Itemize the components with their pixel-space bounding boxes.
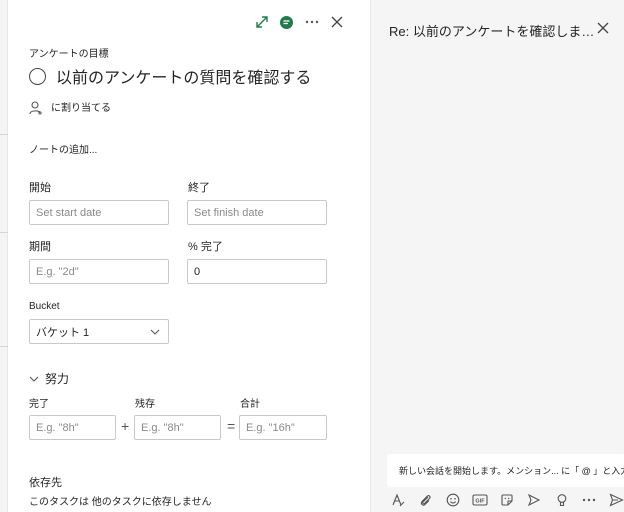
task-details-pane: アンケートの目標 以前のアンケートの質問を確認する に割り当てる ノートの追加.…: [0, 0, 370, 512]
left-edge-strip: [0, 0, 8, 512]
effort-total-label: 合計: [240, 399, 260, 410]
assign-button[interactable]: に割り当てる: [29, 100, 111, 116]
close-icon: [331, 16, 342, 28]
start-date-input[interactable]: Set start date: [29, 200, 169, 225]
complete-task-checkbox[interactable]: [29, 67, 46, 85]
gif-icon: GIF: [472, 494, 488, 506]
expand-button[interactable]: [249, 12, 274, 32]
effort-section-label: 努力: [45, 372, 70, 386]
conversation-pane: Re: 以前のアンケートを確認します。... 新しい会話を開始します。メンション…: [370, 0, 624, 512]
bucket-select[interactable]: バケット 1: [29, 319, 169, 344]
task-top-actions: [249, 12, 349, 32]
praise-icon: [557, 494, 566, 507]
attach-button[interactable]: [416, 491, 434, 509]
chat-button[interactable]: [274, 12, 299, 32]
more-icon: [582, 498, 595, 502]
chevron-down-icon: [29, 376, 39, 382]
effort-total-input[interactable]: E.g. "16h": [239, 415, 327, 440]
more-options-button[interactable]: [299, 12, 324, 32]
duration-label: 期間: [29, 241, 51, 253]
start-date-label: 開始: [29, 182, 51, 194]
chevron-down-icon: [150, 329, 160, 335]
notes-field[interactable]: ノートの追加...: [29, 141, 97, 156]
finish-date-input[interactable]: Set finish date: [187, 200, 327, 225]
emoji-button[interactable]: [444, 491, 462, 509]
dependencies-label: 依存先: [29, 477, 62, 489]
meet-button[interactable]: [525, 491, 543, 509]
edge-divider: [0, 134, 8, 135]
effort-remaining-label: 残存: [135, 399, 155, 410]
emoji-icon: [446, 493, 459, 507]
chat-icon: [280, 15, 293, 29]
task-title[interactable]: 以前のアンケートの質問を確認する: [56, 64, 311, 88]
task-title-row: 以前のアンケートの質問を確認する: [29, 64, 311, 88]
compose-message-input[interactable]: 新しい会話を開始します。メンション... に「 @ 」と入力します。: [387, 454, 624, 487]
plus-operator: +: [121, 418, 130, 434]
bucket-value: バケット 1: [36, 326, 90, 339]
percent-complete-label: % 完了: [188, 241, 223, 253]
add-person-icon: [29, 101, 42, 115]
gif-button[interactable]: GIF: [471, 491, 489, 509]
edge-divider: [0, 232, 8, 233]
equals-operator: =: [227, 418, 236, 434]
close-button[interactable]: [324, 12, 349, 32]
format-button[interactable]: [389, 491, 407, 509]
sticker-button[interactable]: [498, 491, 516, 509]
format-icon: [392, 493, 405, 507]
finish-date-label: 終了: [188, 182, 210, 194]
more-options-button[interactable]: [580, 491, 598, 509]
expand-icon: [255, 16, 268, 28]
effort-completed-input[interactable]: E.g. "8h": [29, 415, 116, 440]
close-conversation-button[interactable]: [595, 20, 611, 36]
effort-section-toggle[interactable]: 努力: [29, 370, 69, 387]
bucket-label: Bucket: [29, 301, 60, 312]
effort-completed-label: 完了: [29, 399, 49, 410]
more-icon: [305, 20, 318, 24]
dependencies-text: このタスクは 他のタスクに依存しません: [29, 497, 212, 508]
goal-label: アンケートの目標: [29, 49, 109, 60]
percent-complete-input[interactable]: 0: [187, 259, 327, 284]
send-icon: [609, 493, 624, 507]
assign-label: に割り当てる: [51, 102, 111, 114]
send-button[interactable]: [607, 491, 624, 509]
compose-toolbar: GIF: [389, 491, 624, 509]
attach-icon: [421, 495, 431, 506]
sticker-icon: [501, 494, 513, 506]
close-icon: [597, 22, 609, 34]
duration-input[interactable]: E.g. "2d": [29, 259, 169, 284]
effort-remaining-input[interactable]: E.g. "8h": [134, 415, 221, 440]
meet-icon: [528, 493, 541, 507]
edge-divider: [0, 346, 8, 347]
praise-button[interactable]: [553, 491, 571, 509]
conversation-title: Re: 以前のアンケートを確認します。...: [389, 24, 599, 39]
svg-text:GIF: GIF: [475, 499, 485, 505]
